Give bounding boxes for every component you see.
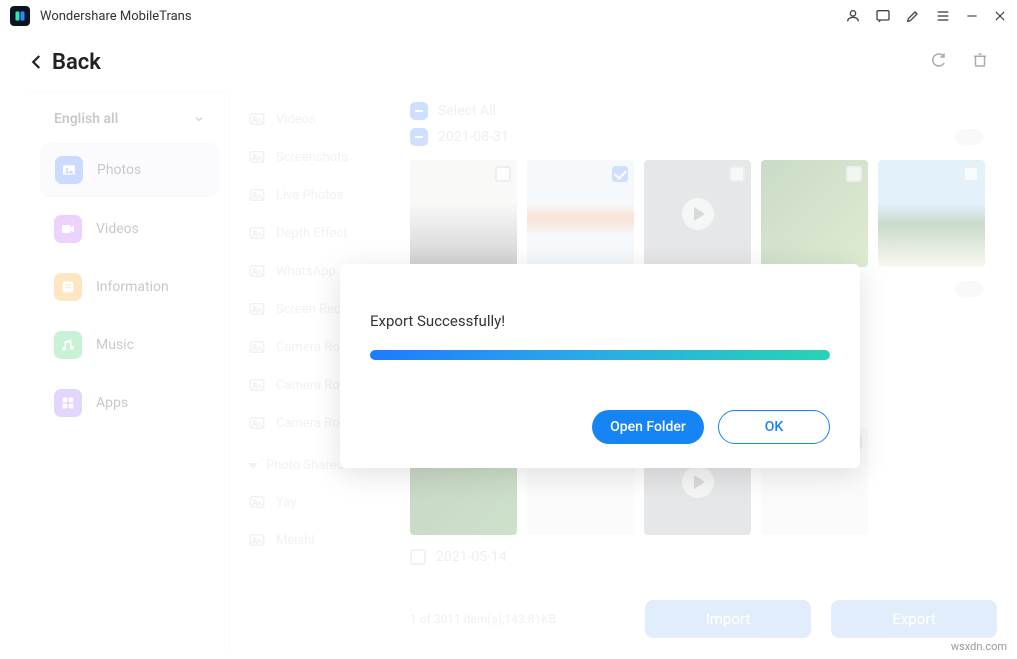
app-title: Wondershare MobileTrans bbox=[40, 9, 192, 24]
progress-bar bbox=[370, 350, 830, 360]
back-label: Back bbox=[52, 50, 101, 75]
refresh-icon[interactable] bbox=[929, 51, 947, 73]
back-button[interactable]: Back bbox=[28, 50, 101, 75]
ok-button[interactable]: OK bbox=[718, 410, 830, 444]
edit-icon[interactable] bbox=[905, 8, 921, 24]
menu-icon[interactable] bbox=[935, 8, 951, 24]
account-icon[interactable] bbox=[845, 8, 861, 24]
minimize-icon[interactable] bbox=[965, 9, 979, 23]
export-success-modal: Export Successfully! Open Folder OK bbox=[340, 264, 860, 468]
titlebar: Wondershare MobileTrans bbox=[0, 0, 1017, 32]
message-icon[interactable] bbox=[875, 8, 891, 24]
close-icon[interactable] bbox=[993, 9, 1007, 23]
modal-message: Export Successfully! bbox=[370, 312, 830, 330]
back-bar: Back bbox=[0, 32, 1017, 92]
app-logo bbox=[10, 6, 30, 26]
watermark: wsxdn.com bbox=[951, 640, 1007, 653]
open-folder-button[interactable]: Open Folder bbox=[592, 410, 704, 444]
trash-icon[interactable] bbox=[971, 51, 989, 73]
